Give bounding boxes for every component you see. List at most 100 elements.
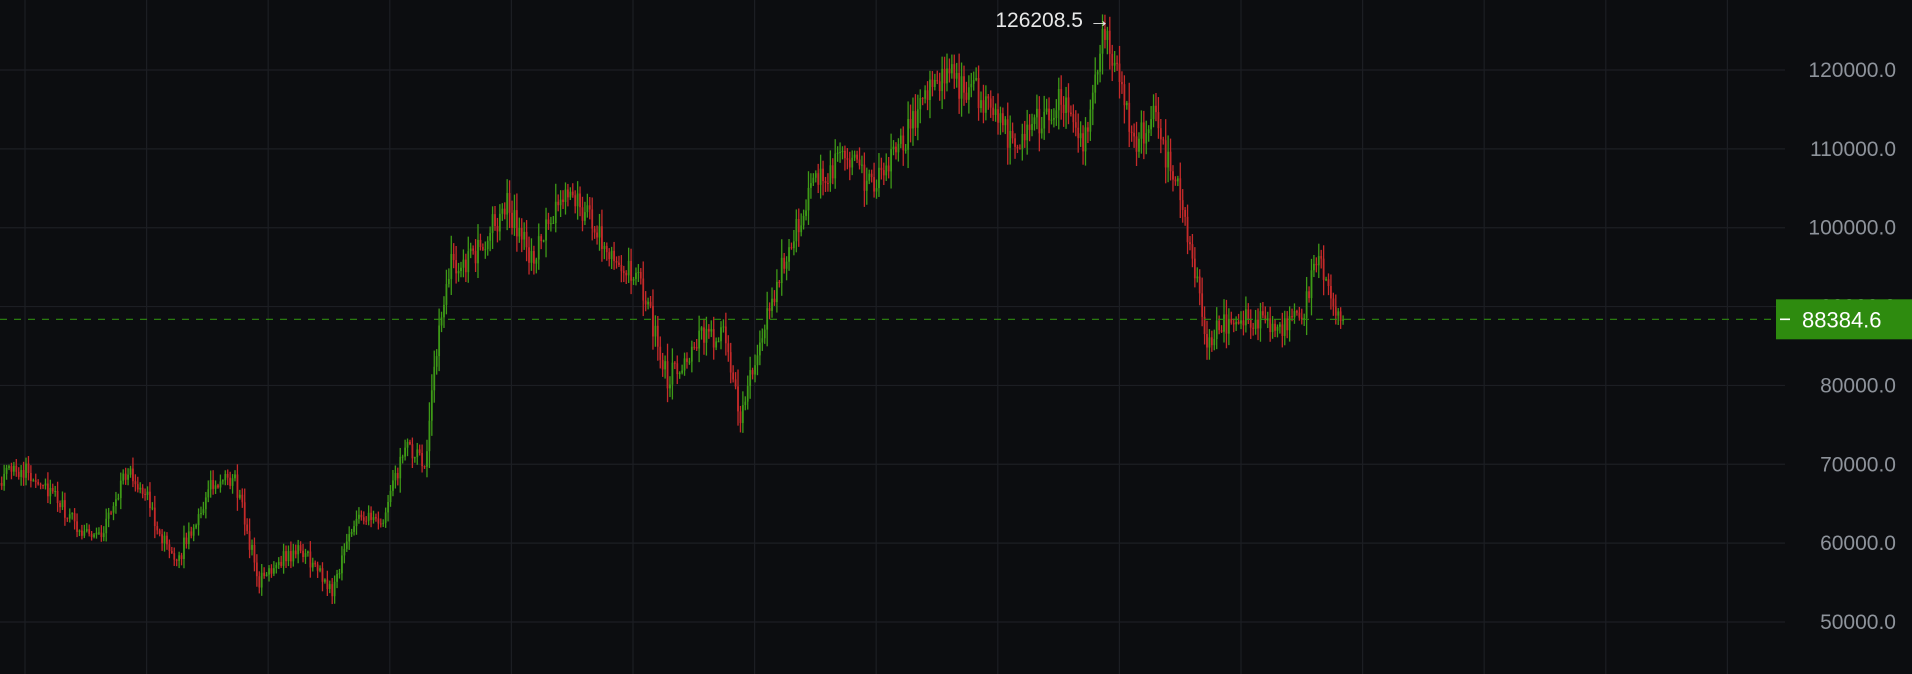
candle [1227, 308, 1230, 346]
candle [720, 321, 722, 350]
candle-body [882, 170, 885, 176]
candle-body [851, 157, 854, 168]
candle-body [324, 579, 326, 582]
candle [856, 150, 858, 164]
candle [870, 169, 873, 183]
candle-body [1130, 131, 1133, 133]
candle-body [897, 143, 900, 153]
candle [535, 257, 538, 274]
candle-body [710, 329, 713, 332]
candle [224, 470, 227, 486]
candle-body [166, 535, 168, 545]
candle-body [1334, 306, 1337, 316]
candle-body [1218, 320, 1221, 331]
candle [1179, 162, 1182, 219]
candle-body [734, 379, 737, 387]
candle-body [739, 411, 742, 424]
candle [530, 238, 533, 271]
candle-body [1317, 256, 1320, 266]
candle-body [32, 480, 35, 482]
candle [316, 561, 319, 578]
candle-body [5, 467, 8, 474]
candle [758, 330, 761, 366]
candle [396, 467, 399, 486]
candle-body [1016, 146, 1019, 149]
candle [987, 93, 990, 110]
candle-body [639, 271, 642, 279]
candle-body [158, 530, 161, 535]
candle-body [377, 518, 380, 524]
candle [1198, 269, 1201, 306]
candle [1026, 109, 1029, 155]
candle [797, 208, 800, 247]
candle [989, 90, 992, 118]
candle [1001, 107, 1004, 133]
candle [824, 176, 827, 192]
candle [618, 255, 620, 268]
candle-body [37, 482, 40, 485]
candle-body [953, 64, 956, 79]
candle-body [185, 537, 188, 545]
candle [1342, 315, 1344, 325]
candle [550, 216, 552, 232]
candle [200, 506, 202, 519]
candle [975, 67, 978, 82]
candle-body [1118, 63, 1121, 82]
candle [289, 541, 292, 569]
candle-body [1286, 318, 1289, 331]
candle-body [144, 493, 146, 495]
price-chart[interactable]: 50000.060000.070000.080000.090000.010000… [0, 0, 1912, 674]
candle-body [729, 352, 732, 373]
candle [166, 532, 168, 550]
candle-body [763, 329, 766, 339]
candle [970, 72, 973, 98]
candle [1189, 235, 1191, 251]
candle [83, 524, 86, 539]
candle [1232, 318, 1235, 333]
candle [880, 157, 883, 180]
high-value-label: 126208.5 [995, 9, 1083, 32]
candle [173, 547, 176, 566]
candle-body [1298, 312, 1301, 318]
candle-body [1055, 110, 1058, 119]
candle [1004, 116, 1007, 135]
candle-body [241, 494, 244, 503]
candle-body [311, 562, 314, 568]
candle [226, 469, 229, 486]
candle [1089, 99, 1092, 141]
candle [1140, 110, 1143, 154]
candle [819, 154, 822, 199]
candle [1220, 325, 1223, 333]
candle [666, 343, 669, 403]
candle-body [967, 87, 970, 100]
candle-body [1099, 53, 1101, 72]
current-price-tag: 88384.6 [1776, 299, 1912, 340]
candle [1169, 138, 1172, 181]
candle-body [802, 215, 805, 226]
candle-body [800, 225, 803, 233]
candle-body [688, 361, 691, 363]
price-axis[interactable]: 50000.060000.070000.080000.090000.010000… [1808, 59, 1896, 634]
candle [525, 220, 528, 262]
candle-body [924, 90, 927, 99]
candle [1279, 322, 1281, 334]
candle [1070, 105, 1072, 117]
candle-body [462, 259, 465, 268]
candle-body [819, 168, 822, 185]
candle [353, 520, 355, 536]
candle-body [68, 514, 71, 519]
candle [12, 461, 15, 476]
candle-body [797, 219, 800, 233]
candle-body [1249, 319, 1252, 328]
candle-body [958, 72, 961, 99]
candle [591, 197, 594, 241]
candle-body [637, 271, 640, 273]
candle-body [992, 107, 995, 115]
candle [1072, 104, 1075, 133]
candle [515, 193, 518, 252]
candle-body [678, 372, 681, 375]
candle [149, 482, 151, 517]
candle-body [1252, 327, 1255, 329]
candle [1040, 116, 1043, 139]
candle [1043, 95, 1046, 140]
